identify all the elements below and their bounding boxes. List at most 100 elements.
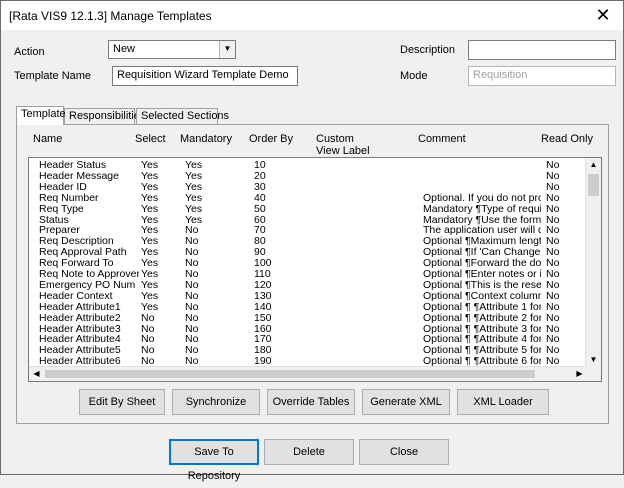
row-name: Header Attribute1 — [39, 301, 121, 313]
row-read-only: No — [546, 203, 560, 215]
row-comment: Mandatory ¶Type of requisiti — [423, 203, 541, 215]
row-mandatory: No — [185, 301, 199, 313]
row-select: Yes — [141, 290, 159, 302]
row-comment: Optional ¶Context column — [423, 290, 541, 302]
row-mandatory: Yes — [185, 160, 203, 171]
table-row[interactable]: Header Attribute1 Yes No 140 Optional ¶ ¶Att… — [29, 302, 587, 313]
row-comment: Optional ¶Forward the docu — [423, 258, 541, 270]
table-row[interactable]: Req Forward To Yes No 100 Optional ¶Forward … — [29, 258, 587, 269]
synchronize-button[interactable]: Synchronize — [172, 389, 260, 415]
row-mandatory: No — [185, 279, 199, 291]
table-row[interactable]: Req Description Yes No 80 Optional ¶Maximum … — [29, 236, 587, 247]
row-comment: Optional. If you do not prov — [423, 192, 541, 204]
scroll-left-icon[interactable]: ◀ — [29, 367, 44, 381]
row-order: 70 — [254, 225, 266, 237]
mode-value: Requisition — [473, 69, 528, 81]
close-button[interactable]: Close — [359, 439, 449, 465]
column-header-select: Select — [135, 133, 166, 145]
chevron-down-icon[interactable]: ▼ — [219, 41, 235, 58]
save-to-repository-button[interactable]: Save To Repository — [169, 439, 259, 482]
table-row[interactable]: Emergency PO Num Yes No 120 Optional ¶This i… — [29, 280, 587, 291]
override-tables-button[interactable]: Override Tables — [267, 389, 355, 415]
row-order: 30 — [254, 181, 266, 193]
table-row[interactable]: Header Attribute2 No No 150 Optional ¶ ¶Attr… — [29, 313, 587, 324]
row-select: Yes — [141, 160, 159, 171]
tab-template[interactable]: Template — [16, 106, 66, 125]
row-select: Yes — [141, 258, 159, 270]
row-read-only: No — [546, 236, 560, 248]
row-name: Header Attribute5 — [39, 345, 121, 357]
tab-responsibilities[interactable]: Responsibilities — [64, 108, 145, 124]
row-order: 160 — [254, 323, 272, 335]
row-comment: Optional ¶Enter notes or inst — [423, 269, 541, 280]
action-combobox[interactable]: New ▼ — [108, 40, 236, 59]
table-row[interactable]: Status Yes Yes 60 Mandatory ¶Use the form to… — [29, 215, 587, 226]
table-row[interactable]: Header Attribute5 No No 180 Optional ¶ ¶Attr… — [29, 345, 587, 356]
row-mandatory: Yes — [185, 170, 203, 182]
template-name-label: Template Name — [14, 70, 92, 82]
row-order: 110 — [254, 269, 271, 280]
row-read-only: No — [546, 170, 560, 182]
delete-button[interactable]: Delete — [264, 439, 354, 465]
row-mandatory: No — [185, 236, 199, 248]
mode-label: Mode — [400, 70, 428, 82]
row-read-only: No — [546, 160, 560, 171]
row-read-only: No — [546, 345, 560, 357]
row-order: 60 — [254, 214, 266, 226]
row-mandatory: No — [185, 225, 199, 237]
row-select: No — [141, 334, 155, 346]
row-name: Req Forward To — [39, 258, 114, 270]
row-comment: Optional ¶ ¶Attribute 4 for t — [423, 334, 541, 346]
row-name: Emergency PO Num — [39, 279, 136, 291]
row-order: 90 — [254, 247, 266, 259]
table-row[interactable]: Preparer Yes No 70 The application user will… — [29, 225, 587, 236]
xml-loader-button[interactable]: XML Loader — [457, 389, 549, 415]
generate-xml-button[interactable]: Generate XML — [362, 389, 450, 415]
table-row[interactable]: Header Attribute3 No No 160 Optional ¶ ¶Attr… — [29, 324, 587, 335]
row-read-only: No — [546, 225, 560, 237]
horizontal-scrollbar[interactable]: ◀ ▶ — [29, 366, 587, 381]
row-order: 80 — [254, 236, 266, 248]
row-select: Yes — [141, 236, 159, 248]
table-row[interactable]: Header Message Yes Yes 20 No — [29, 171, 587, 182]
row-select: Yes — [141, 203, 159, 215]
table-row[interactable]: Req Note to Approver Yes No 110 Optional ¶En… — [29, 269, 587, 280]
edit-by-sheet-button[interactable]: Edit By Sheet — [79, 389, 165, 415]
row-order: 130 — [254, 290, 272, 302]
description-field[interactable] — [468, 40, 616, 60]
table-row[interactable]: Req Number Yes Yes 40 Optional. If you do no… — [29, 193, 587, 204]
row-name: Header Status — [39, 160, 107, 171]
row-comment: Optional ¶ ¶Attribute 3 for t — [423, 323, 541, 335]
table-row[interactable]: Req Type Yes Yes 50 Mandatory ¶Type of requi… — [29, 204, 587, 215]
row-read-only: No — [546, 214, 560, 226]
row-mandatory: No — [185, 334, 199, 346]
table-row[interactable]: Req Approval Path Yes No 90 Optional ¶If 'Ca… — [29, 247, 587, 258]
row-read-only: No — [546, 269, 560, 280]
title-bar: [Rata VIS9 12.1.3] Manage Templates ✕ — [1, 1, 623, 30]
scroll-down-icon[interactable]: ▼ — [586, 353, 601, 367]
row-read-only: No — [546, 279, 560, 291]
close-window-icon[interactable]: ✕ — [589, 3, 617, 27]
row-select: Yes — [141, 170, 159, 182]
vertical-scroll-thumb[interactable] — [588, 174, 599, 196]
row-comment: Optional ¶ ¶Attribute 5 for t — [423, 345, 541, 357]
table-row[interactable]: Header Status Yes Yes 10 No — [29, 160, 587, 171]
table-row[interactable]: Header Context Yes No 130 Optional ¶Context … — [29, 291, 587, 302]
table-row[interactable]: Header ID Yes Yes 30 No — [29, 182, 587, 193]
row-order: 150 — [254, 312, 272, 324]
table-row[interactable]: Header Attribute4 No No 170 Optional ¶ ¶Attr… — [29, 334, 587, 345]
row-name: Header Attribute3 — [39, 323, 121, 335]
template-fields-list[interactable]: Header Status Yes Yes 10 No Header Message Yes… — [28, 157, 602, 382]
template-name-field[interactable]: Requisition Wizard Template Demo — [112, 66, 298, 86]
row-order: 120 — [254, 279, 272, 291]
column-header-name: Name — [33, 133, 63, 145]
mode-field: Requisition — [468, 66, 616, 86]
action-label: Action — [14, 46, 45, 58]
horizontal-scroll-thumb[interactable] — [45, 370, 535, 378]
vertical-scrollbar[interactable]: ▲ ▼ — [585, 158, 601, 367]
row-order: 180 — [254, 345, 272, 357]
scroll-up-icon[interactable]: ▲ — [586, 158, 601, 172]
tab-selected-sections[interactable]: Selected Sections — [136, 108, 229, 124]
row-select: Yes — [141, 301, 159, 313]
row-mandatory: No — [185, 345, 199, 357]
